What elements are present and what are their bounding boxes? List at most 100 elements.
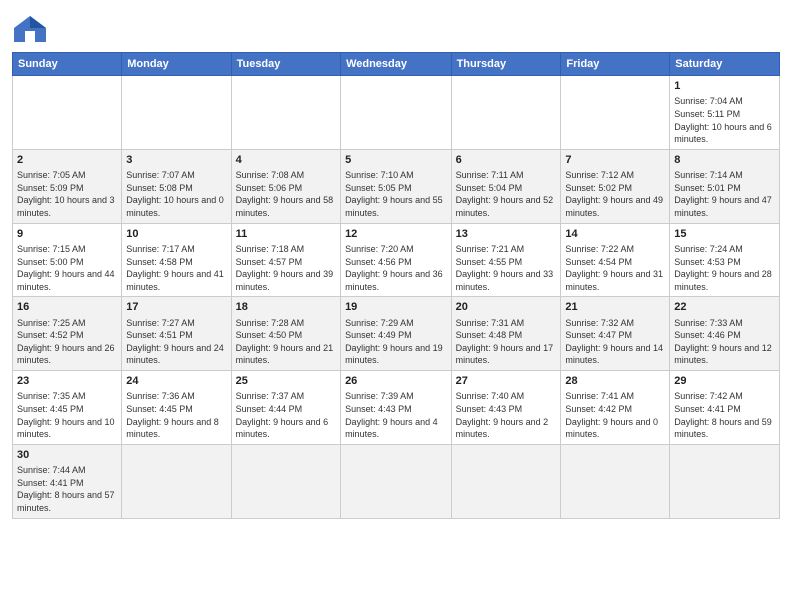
day-number: 1 [674, 79, 775, 94]
day-info: Sunrise: 7:44 AM Sunset: 4:41 PM Dayligh… [17, 464, 117, 514]
calendar-cell: 28Sunrise: 7:41 AM Sunset: 4:42 PM Dayli… [561, 371, 670, 445]
calendar-cell: 20 Sunrise: 7:31 AM Sunset: 4:48 PM Dayli… [451, 297, 561, 371]
calendar-cell: 22Sunrise: 7:33 AM Sunset: 4:46 PM Dayli… [670, 297, 780, 371]
calendar-cell: 9Sunrise: 7:15 AM Sunset: 5:00 PM Daylig… [13, 223, 122, 297]
calendar-cell: 1Sunrise: 7:04 AM Sunset: 5:11 PM Daylig… [670, 76, 780, 150]
day-info: Sunrise: 7:18 AM Sunset: 4:57 PM Dayligh… [236, 243, 336, 293]
header-wednesday: Wednesday [341, 53, 452, 76]
day-info: Sunrise: 7:39 AM Sunset: 4:43 PM Dayligh… [345, 390, 447, 440]
calendar-cell: 16 Sunrise: 7:25 AM Sunset: 4:52 PM Dayli… [13, 297, 122, 371]
day-number: 24 [126, 374, 226, 389]
calendar-cell: 23Sunrise: 7:35 AM Sunset: 4:45 PM Dayli… [13, 371, 122, 445]
day-number: 14 [565, 227, 665, 242]
day-number: 11 [236, 227, 336, 242]
day-number: 30 [17, 448, 117, 463]
header-tuesday: Tuesday [231, 53, 340, 76]
calendar-cell [341, 444, 452, 518]
header [12, 10, 780, 44]
calendar-cell: 17Sunrise: 7:27 AM Sunset: 4:51 PM Dayli… [122, 297, 231, 371]
day-number: 27 [456, 374, 557, 389]
day-info: Sunrise: 7:25 AM Sunset: 4:52 PM Dayligh… [17, 317, 117, 367]
day-number: 21 [565, 300, 665, 315]
day-number: 8 [674, 153, 775, 168]
day-info: Sunrise: 7:08 AM Sunset: 5:06 PM Dayligh… [236, 169, 336, 219]
calendar-cell [122, 444, 231, 518]
calendar-cell: 26Sunrise: 7:39 AM Sunset: 4:43 PM Dayli… [341, 371, 452, 445]
calendar-cell: 13Sunrise: 7:21 AM Sunset: 4:55 PM Dayli… [451, 223, 561, 297]
day-info: Sunrise: 7:05 AM Sunset: 5:09 PM Dayligh… [17, 169, 117, 219]
day-info: Sunrise: 7:10 AM Sunset: 5:05 PM Dayligh… [345, 169, 447, 219]
calendar-cell: 14Sunrise: 7:22 AM Sunset: 4:54 PM Dayli… [561, 223, 670, 297]
day-number: 2 [17, 153, 117, 168]
day-number: 16 [17, 300, 117, 315]
calendar-week-4: 23Sunrise: 7:35 AM Sunset: 4:45 PM Dayli… [13, 371, 780, 445]
calendar-week-0: 1Sunrise: 7:04 AM Sunset: 5:11 PM Daylig… [13, 76, 780, 150]
calendar-cell: 12Sunrise: 7:20 AM Sunset: 4:56 PM Dayli… [341, 223, 452, 297]
calendar-cell: 24Sunrise: 7:36 AM Sunset: 4:45 PM Dayli… [122, 371, 231, 445]
day-number: 5 [345, 153, 447, 168]
page: SundayMondayTuesdayWednesdayThursdayFrid… [0, 0, 792, 612]
day-number: 18 [236, 300, 336, 315]
day-info: Sunrise: 7:24 AM Sunset: 4:53 PM Dayligh… [674, 243, 775, 293]
calendar-week-5: 30Sunrise: 7:44 AM Sunset: 4:41 PM Dayli… [13, 444, 780, 518]
calendar-cell: 25Sunrise: 7:37 AM Sunset: 4:44 PM Dayli… [231, 371, 340, 445]
day-number: 19 [345, 300, 447, 315]
day-number: 15 [674, 227, 775, 242]
day-info: Sunrise: 7:28 AM Sunset: 4:50 PM Dayligh… [236, 317, 336, 367]
calendar-cell: 27Sunrise: 7:40 AM Sunset: 4:43 PM Dayli… [451, 371, 561, 445]
day-number: 20 [456, 300, 557, 315]
day-info: Sunrise: 7:29 AM Sunset: 4:49 PM Dayligh… [345, 317, 447, 367]
calendar-cell [451, 76, 561, 150]
header-saturday: Saturday [670, 53, 780, 76]
day-number: 26 [345, 374, 447, 389]
day-number: 3 [126, 153, 226, 168]
day-info: Sunrise: 7:07 AM Sunset: 5:08 PM Dayligh… [126, 169, 226, 219]
calendar-cell: 2Sunrise: 7:05 AM Sunset: 5:09 PM Daylig… [13, 149, 122, 223]
day-info: Sunrise: 7:41 AM Sunset: 4:42 PM Dayligh… [565, 390, 665, 440]
day-number: 13 [456, 227, 557, 242]
day-number: 28 [565, 374, 665, 389]
day-info: Sunrise: 7:14 AM Sunset: 5:01 PM Dayligh… [674, 169, 775, 219]
calendar-cell: 21 Sunrise: 7:32 AM Sunset: 4:47 PM Dayli… [561, 297, 670, 371]
day-number: 4 [236, 153, 336, 168]
calendar: SundayMondayTuesdayWednesdayThursdayFrid… [12, 52, 780, 519]
day-info: Sunrise: 7:36 AM Sunset: 4:45 PM Dayligh… [126, 390, 226, 440]
day-info: Sunrise: 7:15 AM Sunset: 5:00 PM Dayligh… [17, 243, 117, 293]
day-info: Sunrise: 7:27 AM Sunset: 4:51 PM Dayligh… [126, 317, 226, 367]
header-thursday: Thursday [451, 53, 561, 76]
calendar-cell: 3Sunrise: 7:07 AM Sunset: 5:08 PM Daylig… [122, 149, 231, 223]
calendar-cell [231, 444, 340, 518]
day-info: Sunrise: 7:17 AM Sunset: 4:58 PM Dayligh… [126, 243, 226, 293]
day-info: Sunrise: 7:20 AM Sunset: 4:56 PM Dayligh… [345, 243, 447, 293]
calendar-cell: 7Sunrise: 7:12 AM Sunset: 5:02 PM Daylig… [561, 149, 670, 223]
day-info: Sunrise: 7:04 AM Sunset: 5:11 PM Dayligh… [674, 95, 775, 145]
logo [12, 14, 52, 44]
day-number: 9 [17, 227, 117, 242]
calendar-week-1: 2Sunrise: 7:05 AM Sunset: 5:09 PM Daylig… [13, 149, 780, 223]
calendar-week-2: 9Sunrise: 7:15 AM Sunset: 5:00 PM Daylig… [13, 223, 780, 297]
day-number: 23 [17, 374, 117, 389]
calendar-cell: 15Sunrise: 7:24 AM Sunset: 4:53 PM Dayli… [670, 223, 780, 297]
header-sunday: Sunday [13, 53, 122, 76]
day-info: Sunrise: 7:31 AM Sunset: 4:48 PM Dayligh… [456, 317, 557, 367]
calendar-cell [561, 444, 670, 518]
day-info: Sunrise: 7:11 AM Sunset: 5:04 PM Dayligh… [456, 169, 557, 219]
day-info: Sunrise: 7:42 AM Sunset: 4:41 PM Dayligh… [674, 390, 775, 440]
calendar-cell: 11Sunrise: 7:18 AM Sunset: 4:57 PM Dayli… [231, 223, 340, 297]
calendar-cell [561, 76, 670, 150]
calendar-cell: 29Sunrise: 7:42 AM Sunset: 4:41 PM Dayli… [670, 371, 780, 445]
calendar-cell [451, 444, 561, 518]
day-number: 10 [126, 227, 226, 242]
day-number: 25 [236, 374, 336, 389]
calendar-cell: 19 Sunrise: 7:29 AM Sunset: 4:49 PM Dayli… [341, 297, 452, 371]
day-info: Sunrise: 7:32 AM Sunset: 4:47 PM Dayligh… [565, 317, 665, 367]
calendar-cell: 8Sunrise: 7:14 AM Sunset: 5:01 PM Daylig… [670, 149, 780, 223]
day-number: 29 [674, 374, 775, 389]
calendar-cell [122, 76, 231, 150]
day-number: 12 [345, 227, 447, 242]
calendar-cell [670, 444, 780, 518]
calendar-cell: 5Sunrise: 7:10 AM Sunset: 5:05 PM Daylig… [341, 149, 452, 223]
header-monday: Monday [122, 53, 231, 76]
day-info: Sunrise: 7:22 AM Sunset: 4:54 PM Dayligh… [565, 243, 665, 293]
calendar-cell [231, 76, 340, 150]
